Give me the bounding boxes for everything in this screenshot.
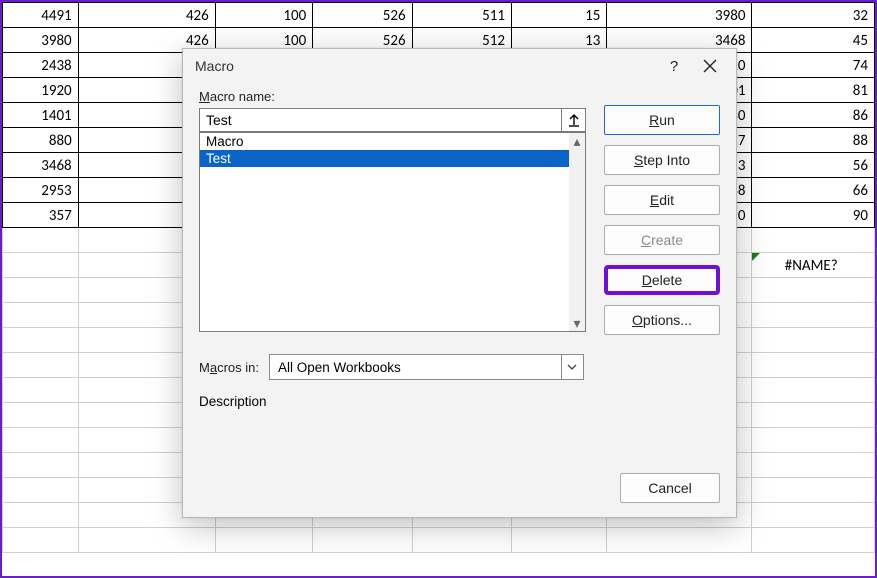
- list-item-test[interactable]: Test: [200, 150, 569, 167]
- delete-button[interactable]: Delete: [604, 265, 720, 295]
- error-cell[interactable]: #NAME?: [752, 253, 875, 278]
- options-button[interactable]: Options...: [604, 305, 720, 335]
- macros-in-label: Macros in:: [199, 360, 259, 375]
- macro-name-label: Macro name:: [199, 89, 586, 104]
- arrow-up-icon: [568, 113, 580, 127]
- table-row: [3, 528, 875, 553]
- close-button[interactable]: [692, 52, 728, 80]
- scroll-up-icon[interactable]: ▴: [569, 133, 585, 149]
- macro-name-input[interactable]: [199, 108, 562, 132]
- macros-in-value: All Open Workbooks: [270, 360, 561, 375]
- dialog-title: Macro: [195, 58, 656, 74]
- macro-listbox[interactable]: Macro Test ▴ ▾: [199, 132, 586, 332]
- create-button: Create: [604, 225, 720, 255]
- run-button[interactable]: Run: [604, 105, 720, 135]
- scrollbar[interactable]: ▴ ▾: [569, 133, 585, 331]
- description-label: Description: [199, 394, 586, 409]
- reference-button[interactable]: [562, 108, 586, 132]
- dialog-titlebar[interactable]: Macro ?: [183, 49, 736, 83]
- table-row: 449142610052651115398032: [3, 3, 875, 28]
- step-into-button[interactable]: Step Into: [604, 145, 720, 175]
- list-item-macro[interactable]: Macro: [200, 133, 569, 150]
- macro-dialog: Macro ? Macro name:: [182, 48, 737, 518]
- edit-button[interactable]: Edit: [604, 185, 720, 215]
- scroll-down-icon[interactable]: ▾: [569, 315, 585, 331]
- close-icon: [703, 59, 717, 73]
- help-button[interactable]: ?: [656, 52, 692, 80]
- macros-in-select[interactable]: All Open Workbooks: [269, 354, 584, 380]
- chevron-down-icon[interactable]: [561, 355, 583, 379]
- cancel-button[interactable]: Cancel: [620, 473, 720, 503]
